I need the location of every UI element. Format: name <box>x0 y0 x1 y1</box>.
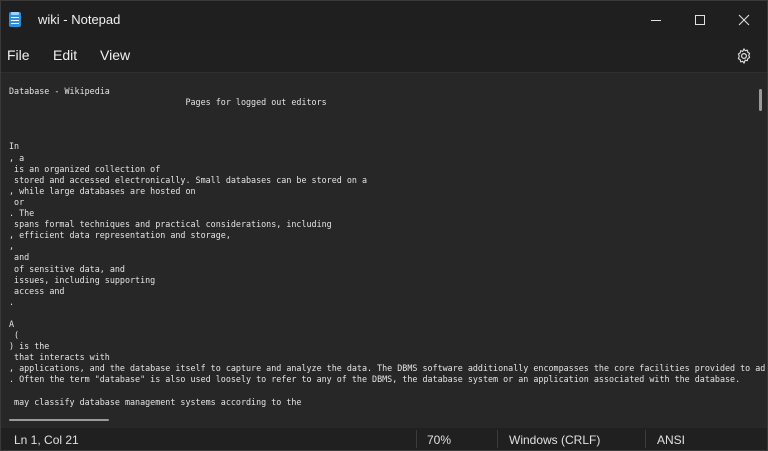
notepad-icon <box>9 12 21 27</box>
minimize-icon <box>651 20 661 21</box>
menu-bar: File Edit View <box>1 39 767 72</box>
status-divider <box>645 430 646 448</box>
encoding: ANSI <box>657 433 686 447</box>
document-text[interactable]: Database - Wikipedia Pages for logged ou… <box>9 86 765 408</box>
status-bar: Ln 1, Col 21 70% Windows (CRLF) ANSI <box>1 428 767 450</box>
line-ending: Windows (CRLF) <box>509 433 601 447</box>
status-divider <box>497 430 498 448</box>
gear-icon[interactable] <box>735 47 753 65</box>
horizontal-scrollbar[interactable] <box>9 419 109 421</box>
vertical-scrollbar[interactable] <box>759 89 762 111</box>
menu-edit[interactable]: Edit <box>53 47 77 63</box>
notepad-window: wiki - Notepad File Edit View Database -… <box>0 0 768 451</box>
close-icon <box>738 14 750 26</box>
cursor-position: Ln 1, Col 21 <box>14 433 79 447</box>
maximize-button[interactable] <box>678 1 722 39</box>
close-button[interactable] <box>722 1 766 39</box>
window-title: wiki - Notepad <box>38 12 121 27</box>
minimize-button[interactable] <box>634 1 678 39</box>
status-divider <box>416 430 417 448</box>
title-bar[interactable]: wiki - Notepad <box>1 1 767 39</box>
menu-view[interactable]: View <box>100 47 130 63</box>
menu-file[interactable]: File <box>7 47 30 63</box>
zoom-level: 70% <box>427 433 452 447</box>
text-editor[interactable]: Database - Wikipedia Pages for logged ou… <box>1 72 767 428</box>
maximize-icon <box>695 15 705 25</box>
